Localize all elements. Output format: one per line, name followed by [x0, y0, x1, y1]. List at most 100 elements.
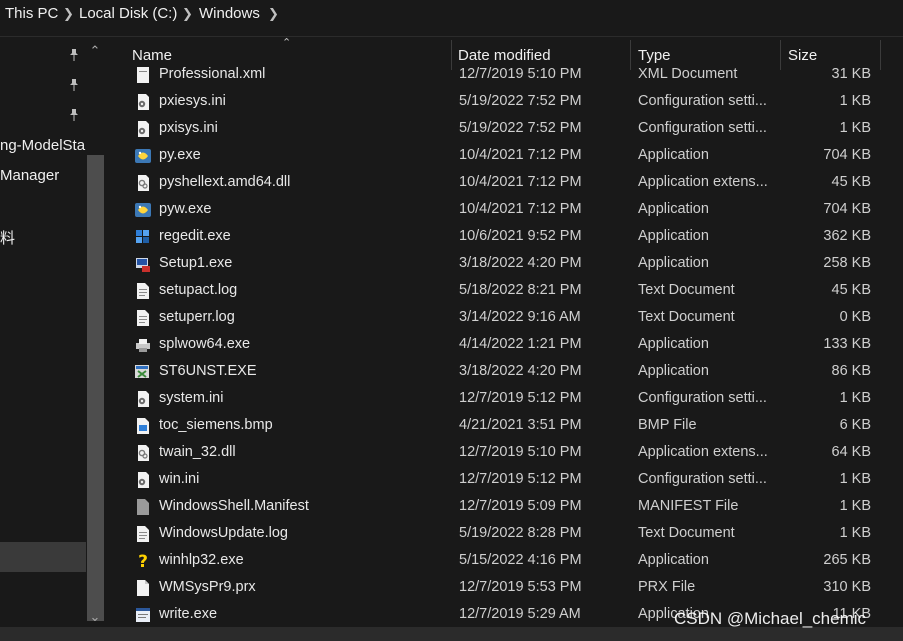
svg-text:?: ? [138, 552, 148, 570]
file-row[interactable]: WindowsShell.Manifest 12/7/2019 5:09 PM MA… [110, 493, 903, 520]
file-row[interactable]: setupact.log 5/18/2022 8:21 PM Text Docume… [110, 277, 903, 304]
breadcrumb-separator-icon[interactable]: ❯ [268, 4, 279, 24]
file-name: Setup1.exe [159, 255, 233, 271]
file-name: WindowsUpdate.log [159, 525, 288, 541]
file-date-modified: 5/15/2022 4:16 PM [459, 552, 582, 568]
navigation-pane[interactable]: ng-ModelSta Manager 料 ⌃ ⌄ [0, 37, 108, 627]
file-date-modified: 5/19/2022 8:28 PM [459, 525, 582, 541]
xml-file-icon [137, 67, 149, 83]
file-size: 6 KB [839, 417, 871, 433]
file-size: 1 KB [839, 525, 871, 541]
pin-icon[interactable] [67, 78, 81, 92]
address-bar[interactable]: This PC ❯ Local Disk (C:) ❯ Windows ❯ [0, 0, 903, 28]
breadcrumb-this-pc[interactable]: This PC [5, 4, 58, 24]
chevron-up-icon[interactable]: ⌃ [88, 44, 102, 57]
file-date-modified: 12/7/2019 5:09 PM [459, 498, 582, 514]
file-size: 310 KB [823, 579, 871, 595]
file-row[interactable]: setuperr.log 3/14/2022 9:16 AM Text Docume… [110, 304, 903, 331]
file-name: toc_siemens.bmp [159, 417, 273, 433]
file-row[interactable]: WMSysPr9.prx 12/7/2019 5:53 PM PRX File 310… [110, 574, 903, 601]
file-row[interactable]: toc_siemens.bmp 4/21/2021 3:51 PM BMP File… [110, 412, 903, 439]
file-size: 1 KB [839, 390, 871, 406]
nav-item-manager[interactable]: Manager [0, 167, 59, 184]
file-name: splwow64.exe [159, 336, 251, 352]
dll-file-icon [138, 175, 149, 191]
file-size: 64 KB [831, 444, 872, 460]
file-list[interactable]: Professional.xml 12/7/2019 5:10 PM XML Doc… [110, 64, 903, 627]
file-name: pxisys.ini [159, 120, 218, 136]
file-row[interactable]: pxisys.ini 5/19/2022 7:52 PM Configuration… [110, 115, 903, 142]
file-row[interactable]: ST6UNST.EXE 3/18/2022 4:20 PM Application 8… [110, 358, 903, 385]
file-type: Application [638, 552, 709, 568]
file-type: Application [638, 147, 709, 163]
file-name: twain_32.dll [159, 444, 236, 460]
bmp-file-icon [137, 418, 149, 434]
file-type: Configuration setti... [638, 120, 767, 136]
regedit-icon [136, 230, 149, 243]
file-row[interactable]: ? winhlp32.exe 5/15/2022 4:16 PM Applicatio… [110, 547, 903, 574]
file-type: Text Document [638, 525, 735, 541]
file-size: 704 KB [823, 201, 871, 217]
file-row[interactable]: win.ini 12/7/2019 5:12 PM Configuration se… [110, 466, 903, 493]
breadcrumb-windows[interactable]: Windows [199, 4, 260, 24]
file-row[interactable]: twain_32.dll 12/7/2019 5:10 PM Application… [110, 439, 903, 466]
watermark: CSDN @Michael_chemic [674, 609, 867, 628]
write-icon [136, 608, 150, 622]
file-name: WMSysPr9.prx [159, 579, 256, 595]
file-row[interactable]: WindowsUpdate.log 5/19/2022 8:28 PM Text D… [110, 520, 903, 547]
file-type: Application [638, 228, 709, 244]
chevron-down-icon[interactable]: ⌄ [88, 610, 102, 623]
nav-selected-item[interactable] [0, 542, 86, 572]
scrollbar-thumb[interactable] [87, 155, 104, 621]
pin-icon[interactable] [67, 108, 81, 122]
text-file-icon [137, 310, 149, 326]
file-name: pxiesys.ini [159, 93, 226, 109]
file-row[interactable]: pxiesys.ini 5/19/2022 7:52 PM Configuratio… [110, 88, 903, 115]
breadcrumb-separator-icon[interactable]: ❯ [63, 4, 74, 24]
nav-item-folder[interactable]: 料 [0, 227, 15, 248]
file-size: 1 KB [839, 120, 871, 136]
file-type: Application [638, 336, 709, 352]
file-type: BMP File [638, 417, 697, 433]
text-file-icon [137, 526, 149, 542]
file-name: write.exe [159, 606, 218, 622]
file-date-modified: 3/14/2022 9:16 AM [459, 309, 581, 325]
file-row[interactable]: Professional.xml 12/7/2019 5:10 PM XML Doc… [110, 64, 903, 88]
file-date-modified: 4/14/2022 1:21 PM [459, 336, 582, 352]
file-date-modified: 10/4/2021 7:12 PM [459, 201, 582, 217]
file-row[interactable]: pyw.exe 10/4/2021 7:12 PM Application 704 K… [110, 196, 903, 223]
file-type: Configuration setti... [638, 390, 767, 406]
file-type: Configuration setti... [638, 471, 767, 487]
file-name: Professional.xml [159, 66, 266, 82]
file-size: 1 KB [839, 471, 871, 487]
file-row[interactable]: regedit.exe 10/6/2021 9:52 PM Application 3… [110, 223, 903, 250]
file-date-modified: 3/18/2022 4:20 PM [459, 255, 582, 271]
file-size: 1 KB [839, 93, 871, 109]
file-date-modified: 5/18/2022 8:21 PM [459, 282, 582, 298]
file-date-modified: 10/4/2021 7:12 PM [459, 147, 582, 163]
config-file-icon [138, 472, 149, 488]
file-date-modified: 10/4/2021 7:12 PM [459, 174, 582, 190]
file-row[interactable]: system.ini 12/7/2019 5:12 PM Configuration… [110, 385, 903, 412]
status-bar [0, 627, 903, 641]
file-name: win.ini [159, 471, 200, 487]
file-name: setupact.log [159, 282, 238, 298]
pin-icon[interactable] [67, 48, 81, 62]
file-type: Configuration setti... [638, 93, 767, 109]
setup-icon [136, 258, 150, 272]
file-name: pyw.exe [159, 201, 212, 217]
file-date-modified: 5/19/2022 7:52 PM [459, 93, 582, 109]
config-file-icon [138, 391, 149, 407]
file-row[interactable]: py.exe 10/4/2021 7:12 PM Application 704 KB [110, 142, 903, 169]
file-date-modified: 12/7/2019 5:10 PM [459, 66, 582, 82]
file-date-modified: 12/7/2019 5:29 AM [459, 606, 581, 622]
file-date-modified: 12/7/2019 5:12 PM [459, 390, 582, 406]
file-name: winhlp32.exe [159, 552, 244, 568]
breadcrumb-separator-icon[interactable]: ❯ [182, 4, 193, 24]
breadcrumb-local-disk[interactable]: Local Disk (C:) [79, 4, 177, 24]
manifest-file-icon [137, 499, 149, 515]
file-row[interactable]: Setup1.exe 3/18/2022 4:20 PM Application 25… [110, 250, 903, 277]
file-row[interactable]: pyshellext.amd64.dll 10/4/2021 7:12 PM App… [110, 169, 903, 196]
file-row[interactable]: splwow64.exe 4/14/2022 1:21 PM Application… [110, 331, 903, 358]
nav-item-model-station[interactable]: ng-ModelSta [0, 137, 85, 154]
